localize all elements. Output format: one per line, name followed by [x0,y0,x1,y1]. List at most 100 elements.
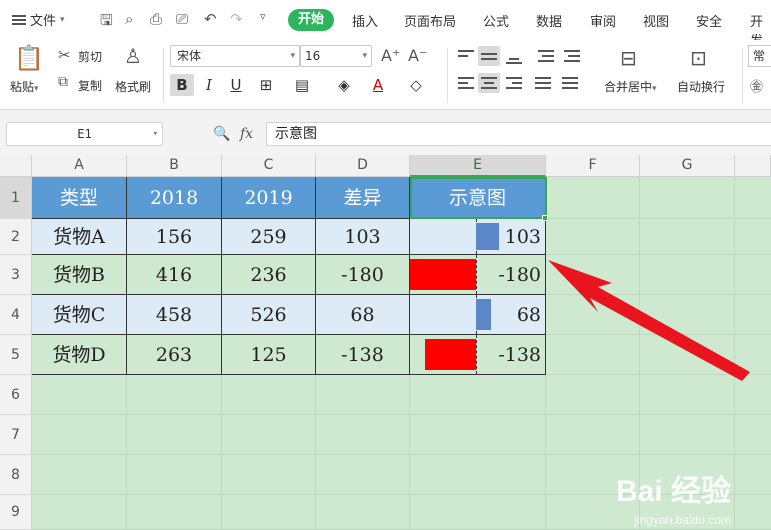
table-cell-diff[interactable]: -138 [316,335,410,375]
name-box[interactable]: E1 ▾ [6,122,163,146]
table-cell-type[interactable]: 货物B [32,255,127,295]
column-header-g[interactable]: G [640,155,735,177]
quick-access-dropdown-icon[interactable]: ▿ [260,10,266,23]
increase-indent-icon[interactable] [561,46,583,66]
bold-button[interactable]: B [170,74,194,96]
column-header-e[interactable]: E [410,155,546,177]
font-color-icon[interactable]: A [366,74,390,96]
tab-page-layout[interactable]: 页面布局 [404,11,456,30]
column-header-d[interactable]: D [316,155,410,177]
table-cell-chart[interactable]: 103 [410,219,546,255]
row-header-8[interactable]: 8 [0,455,32,495]
table-cell-type[interactable]: 货物D [32,335,127,375]
table-cell-y2019[interactable]: 526 [222,295,316,335]
table-cell-diff[interactable]: 68 [316,295,410,335]
row-header-1[interactable]: 1 [0,177,32,219]
table-cell-y2018[interactable]: 263 [127,335,222,375]
merge-center-button[interactable]: 合并居中▾ [604,78,657,95]
row-header-5[interactable]: 5 [0,335,32,375]
table-cell-y2018[interactable]: 458 [127,295,222,335]
row-header-4[interactable]: 4 [0,295,32,335]
format-painter-icon[interactable]: ♙ [124,44,142,68]
decrease-font-icon[interactable]: A⁻ [408,46,427,65]
column-header-overflow[interactable] [735,155,771,177]
wrap-text-icon[interactable]: ⊡ [690,46,707,70]
row-header-9[interactable]: 9 [0,495,32,530]
font-name-select[interactable]: 宋体 ▾ [170,45,300,67]
header-2019[interactable]: 2019 [222,177,316,219]
underline-button[interactable]: U [224,74,248,96]
copy-icon[interactable]: ⧉ [58,74,68,90]
increase-font-icon[interactable]: A⁺ [381,46,400,65]
table-cell-chart[interactable]: 68 [410,295,546,335]
table-cell-y2019[interactable]: 236 [222,255,316,295]
header-chart[interactable]: 示意图 [410,177,546,219]
table-cell-y2019[interactable]: 259 [222,219,316,255]
fill-color-icon[interactable]: ◈ [332,74,356,96]
tab-formulas[interactable]: 公式 [483,11,509,30]
tab-security[interactable]: 安全 [696,11,722,30]
format-painter-button[interactable]: 格式刷 [115,78,151,95]
file-menu[interactable]: 文件 ▾ [12,10,65,29]
tab-data[interactable]: 数据 [536,11,562,30]
function-icon[interactable]: fx [240,126,253,142]
distributed-icon[interactable] [559,73,581,93]
font-size-select[interactable]: 16 ▾ [300,45,372,67]
tab-view[interactable]: 视图 [643,11,669,30]
align-right-icon[interactable] [503,73,525,93]
tab-review[interactable]: 审阅 [590,11,616,30]
row-header-3[interactable]: 3 [0,255,32,295]
table-cell-type[interactable]: 货物C [32,295,127,335]
table-cell-diff[interactable]: -180 [316,255,410,295]
formula-input[interactable]: 示意图 [266,122,771,146]
column-header-f[interactable]: F [546,155,640,177]
print-preview-icon[interactable]: ⎚ [176,10,188,28]
copy-button[interactable]: 复制 [78,77,102,94]
header-type[interactable]: 类型 [32,177,127,219]
column-header-a[interactable]: A [32,155,127,177]
zoom-search-icon[interactable]: 🔍 [213,126,230,142]
row-header-7[interactable]: 7 [0,415,32,455]
print-icon[interactable]: ⎙ [150,10,162,28]
merge-center-icon[interactable]: ⊟ [620,46,637,70]
italic-button[interactable]: I [197,74,221,96]
save-icon[interactable]: 🖫 [100,10,113,35]
table-cell-chart[interactable]: -138 [410,335,546,375]
clear-format-icon[interactable]: ◇ [404,74,428,96]
align-center-icon[interactable] [478,73,500,93]
header-diff[interactable]: 差异 [316,177,410,219]
decrease-indent-icon[interactable] [535,46,557,66]
wrap-text-button[interactable]: 自动换行 [677,78,725,95]
table-cell-type[interactable]: 货物A [32,219,127,255]
table-cell-y2018[interactable]: 416 [127,255,222,295]
column-header-c[interactable]: C [222,155,316,177]
table-cell-chart[interactable]: -180 [410,255,546,295]
borders-icon[interactable]: ⊞ [254,74,278,96]
tab-insert[interactable]: 插入 [352,11,378,30]
header-2018[interactable]: 2018 [127,177,222,219]
table-cell-diff[interactable]: 103 [316,219,410,255]
table-cell-y2019[interactable]: 125 [222,335,316,375]
number-format-select[interactable]: 常 [748,45,771,67]
format-painter-quick-icon[interactable]: ⌕ [125,10,133,28]
currency-icon[interactable]: ㊎ [750,76,763,95]
row-header-6[interactable]: 6 [0,375,32,415]
justify-icon[interactable] [532,73,554,93]
align-middle-icon[interactable] [478,46,500,66]
undo-icon[interactable]: ↶ [204,10,217,28]
paste-icon[interactable]: 📋 [14,44,44,72]
table-cell-y2018[interactable]: 156 [127,219,222,255]
paste-button[interactable]: 粘贴▾ [10,78,39,95]
column-header-b[interactable]: B [127,155,222,177]
tab-home[interactable]: 开始 [288,9,334,31]
row-header-2[interactable]: 2 [0,219,32,255]
cut-icon[interactable]: ✂ [58,46,71,64]
fill-handle[interactable] [542,215,548,221]
align-left-icon[interactable] [455,73,477,93]
cell-style-icon[interactable]: ▤ [290,74,314,96]
align-top-icon[interactable] [455,46,477,66]
align-bottom-icon[interactable] [503,46,525,66]
cut-button[interactable]: 剪切 [78,48,102,65]
redo-icon[interactable]: ↷ [230,10,243,28]
select-all-corner[interactable] [0,155,32,177]
